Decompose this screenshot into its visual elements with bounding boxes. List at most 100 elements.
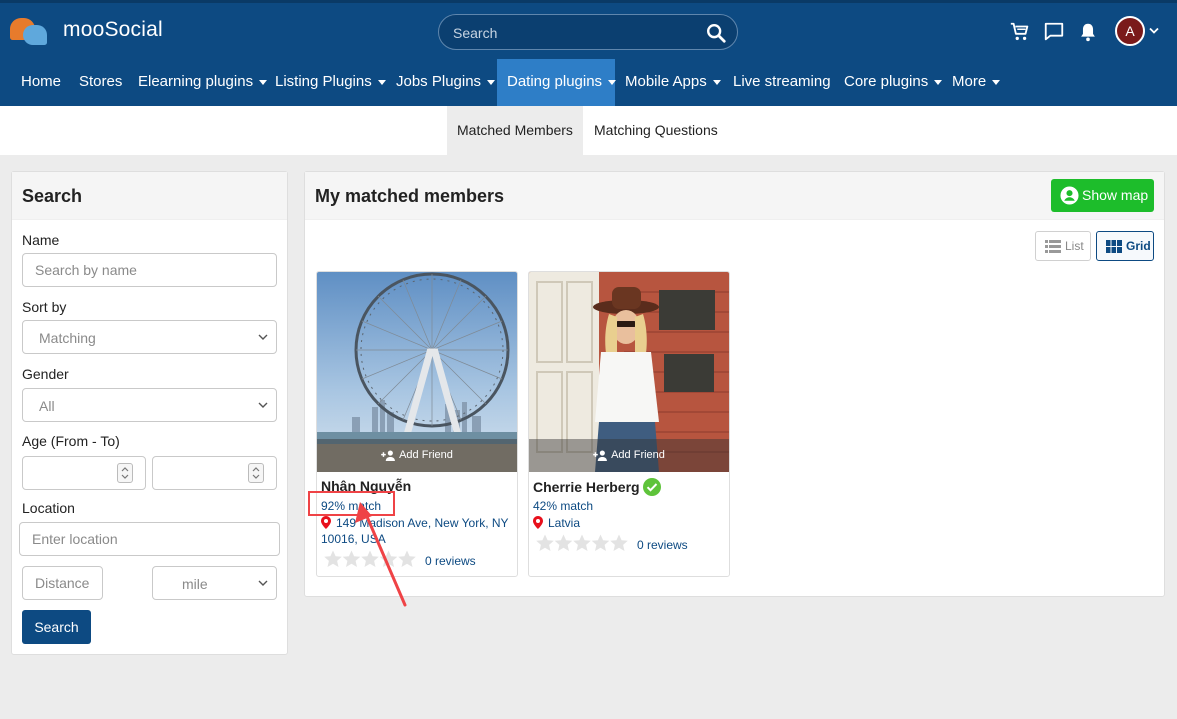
moosocial-logo[interactable] — [10, 16, 48, 48]
nav-label: Mobile Apps — [625, 73, 707, 90]
user-avatar[interactable]: A — [1115, 16, 1145, 46]
chat-icon[interactable] — [1043, 21, 1065, 43]
member-photo[interactable]: Add Friend — [529, 272, 729, 472]
nav-item-listing[interactable]: Listing Plugins — [265, 59, 396, 106]
add-friend-button[interactable]: Add Friend — [317, 439, 517, 472]
name-input[interactable] — [35, 262, 238, 278]
reviews-link[interactable]: 0 reviews — [637, 538, 688, 552]
rating-stars — [536, 534, 628, 551]
view-grid-button[interactable]: Grid — [1096, 231, 1154, 261]
member-location-text: Latvia — [548, 516, 581, 530]
grid-icon — [1106, 240, 1122, 253]
nav-item-stores[interactable]: Stores — [69, 59, 132, 106]
age-to-input[interactable] — [152, 456, 277, 490]
nav-label: Home — [21, 73, 62, 90]
member-location[interactable]: 149 Madison Ave, New York, NY 10016, USA — [321, 515, 513, 547]
sort-select[interactable]: Matching — [22, 320, 277, 354]
member-photo[interactable]: Add Friend — [317, 272, 517, 472]
nav-label: Elearning plugins — [138, 73, 254, 90]
match-percentage: 42% match — [533, 499, 594, 513]
bell-icon[interactable] — [1077, 21, 1099, 43]
sub-tabs: Matched Members Matching Questions — [0, 106, 1177, 155]
search-icon[interactable] — [705, 22, 727, 44]
add-friend-label: Add Friend — [399, 449, 453, 461]
member-location-text: 149 Madison Ave, New York, NY 10016, USA — [321, 516, 509, 546]
member-name[interactable]: Cherrie Herberg — [533, 479, 640, 495]
nav-item-dating[interactable]: Dating plugins — [497, 59, 617, 106]
global-search[interactable] — [438, 14, 738, 50]
tab-matching-questions[interactable]: Matching Questions — [584, 106, 728, 155]
add-friend-button[interactable]: Add Friend — [529, 439, 729, 472]
reviews-link[interactable]: 0 reviews — [425, 554, 476, 568]
nav-item-more[interactable]: More — [942, 59, 1010, 106]
nav-item-jobs[interactable]: Jobs Plugins — [386, 59, 505, 106]
member-card[interactable]: Add Friend Nhân Nguyễn 92% match 149 Mad… — [316, 271, 518, 577]
rating-stars — [324, 550, 416, 567]
highlight-box — [308, 491, 395, 516]
search-button[interactable]: Search — [22, 610, 91, 644]
list-icon — [1045, 240, 1061, 253]
member-name-row: Cherrie Herberg — [533, 478, 661, 496]
nav-item-elearning[interactable]: Elearning plugins — [128, 59, 277, 106]
distance-input[interactable] — [35, 575, 99, 591]
tab-matched-members[interactable]: Matched Members — [447, 106, 583, 155]
nav-label: Stores — [79, 73, 123, 90]
member-card[interactable]: Add Friend Cherrie Herberg 42% match Lat… — [528, 271, 730, 577]
view-list-button[interactable]: List — [1035, 231, 1091, 261]
nav-item-live-streaming[interactable]: Live streaming — [723, 59, 841, 106]
nav-item-core-plugins[interactable]: Core plugins — [834, 59, 952, 106]
cart-icon[interactable] — [1009, 21, 1031, 43]
add-friend-label: Add Friend — [611, 449, 665, 461]
member-location[interactable]: Latvia — [533, 515, 725, 531]
gender-label: Gender — [22, 366, 69, 382]
user-circle-icon — [1060, 186, 1079, 205]
nav-item-home[interactable]: Home — [11, 59, 71, 106]
brand-name[interactable]: mooSocial — [63, 18, 163, 42]
location-label: Location — [22, 500, 75, 516]
age-from-input[interactable] — [22, 456, 146, 490]
main-panel-header: My matched members — [305, 172, 1164, 220]
nav-label: Listing Plugins — [275, 73, 372, 90]
chevron-down-icon — [258, 580, 268, 586]
name-field[interactable] — [22, 253, 277, 287]
map-pin-icon — [321, 516, 331, 529]
nav-label: Dating plugins — [507, 73, 603, 90]
add-friend-icon — [381, 450, 396, 461]
chevron-down-icon — [258, 334, 268, 340]
location-input[interactable] — [32, 531, 240, 547]
global-search-input[interactable] — [453, 23, 693, 43]
matched-members-panel: My matched members Show map List Grid Ad… — [304, 171, 1165, 597]
search-panel: Search Name Sort by Matching Gender All … — [11, 171, 288, 655]
page-title: My matched members — [315, 186, 505, 206]
chevron-down-icon[interactable] — [1149, 27, 1159, 35]
unit-value: mile — [182, 576, 208, 592]
logo-bubble-blue — [23, 25, 47, 45]
add-friend-icon — [593, 450, 608, 461]
age-label: Age (From - To) — [22, 433, 120, 449]
view-grid-label: Grid — [1126, 239, 1151, 253]
spinner-arrows-icon — [121, 467, 129, 479]
nav-label: More — [952, 73, 987, 90]
nav-label: Live streaming — [733, 73, 831, 90]
nav-label: Jobs Plugins — [396, 73, 482, 90]
gender-select[interactable]: All — [22, 388, 277, 422]
verified-icon — [642, 478, 661, 496]
spinner-arrows-icon — [252, 467, 260, 479]
caret-down-icon — [377, 79, 386, 85]
gender-value: All — [39, 398, 55, 414]
location-field[interactable] — [19, 522, 280, 556]
nav-label: Core plugins — [844, 73, 929, 90]
search-panel-title: Search — [22, 186, 83, 206]
unit-select[interactable]: mile — [152, 566, 277, 600]
map-pin-icon — [533, 516, 543, 529]
nav-item-mobile-apps[interactable]: Mobile Apps — [615, 59, 731, 106]
search-panel-header: Search — [12, 172, 287, 220]
sort-value: Matching — [39, 330, 96, 346]
distance-field[interactable] — [22, 566, 103, 600]
show-map-button[interactable]: Show map — [1051, 179, 1154, 212]
caret-down-icon — [992, 79, 1001, 85]
sort-label: Sort by — [22, 299, 67, 315]
name-label: Name — [22, 232, 60, 248]
number-spinner[interactable] — [248, 463, 264, 483]
number-spinner[interactable] — [117, 463, 133, 483]
